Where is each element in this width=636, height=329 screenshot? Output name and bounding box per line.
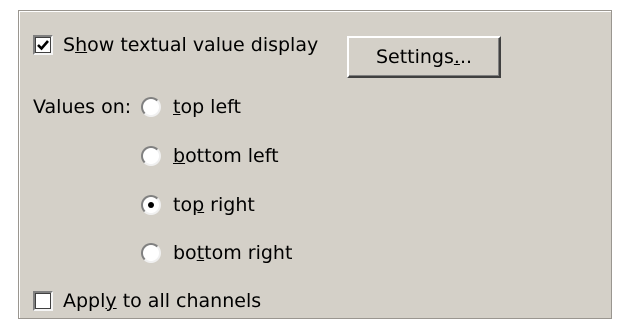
radio-bottom-left-label: bottom left [173, 145, 279, 167]
radio-bottom-right-label: bottom right [173, 242, 293, 264]
radio-option-top-right[interactable]: top right [141, 194, 255, 216]
radio-top-left-label: top left [173, 96, 241, 118]
radio-top-left[interactable] [141, 97, 161, 117]
show-textual-value-display-option[interactable]: Show textual value display [33, 34, 318, 56]
radio-bottom-left[interactable] [141, 146, 161, 166]
checkmark-icon [37, 40, 49, 51]
radio-top-right[interactable] [141, 195, 161, 215]
apply-to-all-channels-checkbox[interactable] [33, 291, 53, 311]
radio-option-bottom-right[interactable]: bottom right [141, 242, 292, 264]
apply-to-all-channels-label: Apply to all channels [63, 290, 262, 312]
settings-button[interactable]: Settings... [347, 36, 501, 78]
value-display-options-panel: Show textual value display Settings... V… [18, 10, 612, 319]
radio-option-top-left[interactable]: top left [141, 96, 241, 118]
show-textual-value-display-label: Show textual value display [63, 34, 319, 56]
radio-bottom-right[interactable] [141, 243, 161, 263]
radio-dot-icon [148, 202, 154, 208]
apply-to-all-channels-option[interactable]: Apply to all channels [33, 290, 261, 312]
values-on-label: Values on: [33, 96, 132, 118]
radio-top-right-label: top right [173, 194, 255, 216]
radio-option-bottom-left[interactable]: bottom left [141, 145, 279, 167]
show-textual-value-display-checkbox[interactable] [33, 35, 53, 55]
